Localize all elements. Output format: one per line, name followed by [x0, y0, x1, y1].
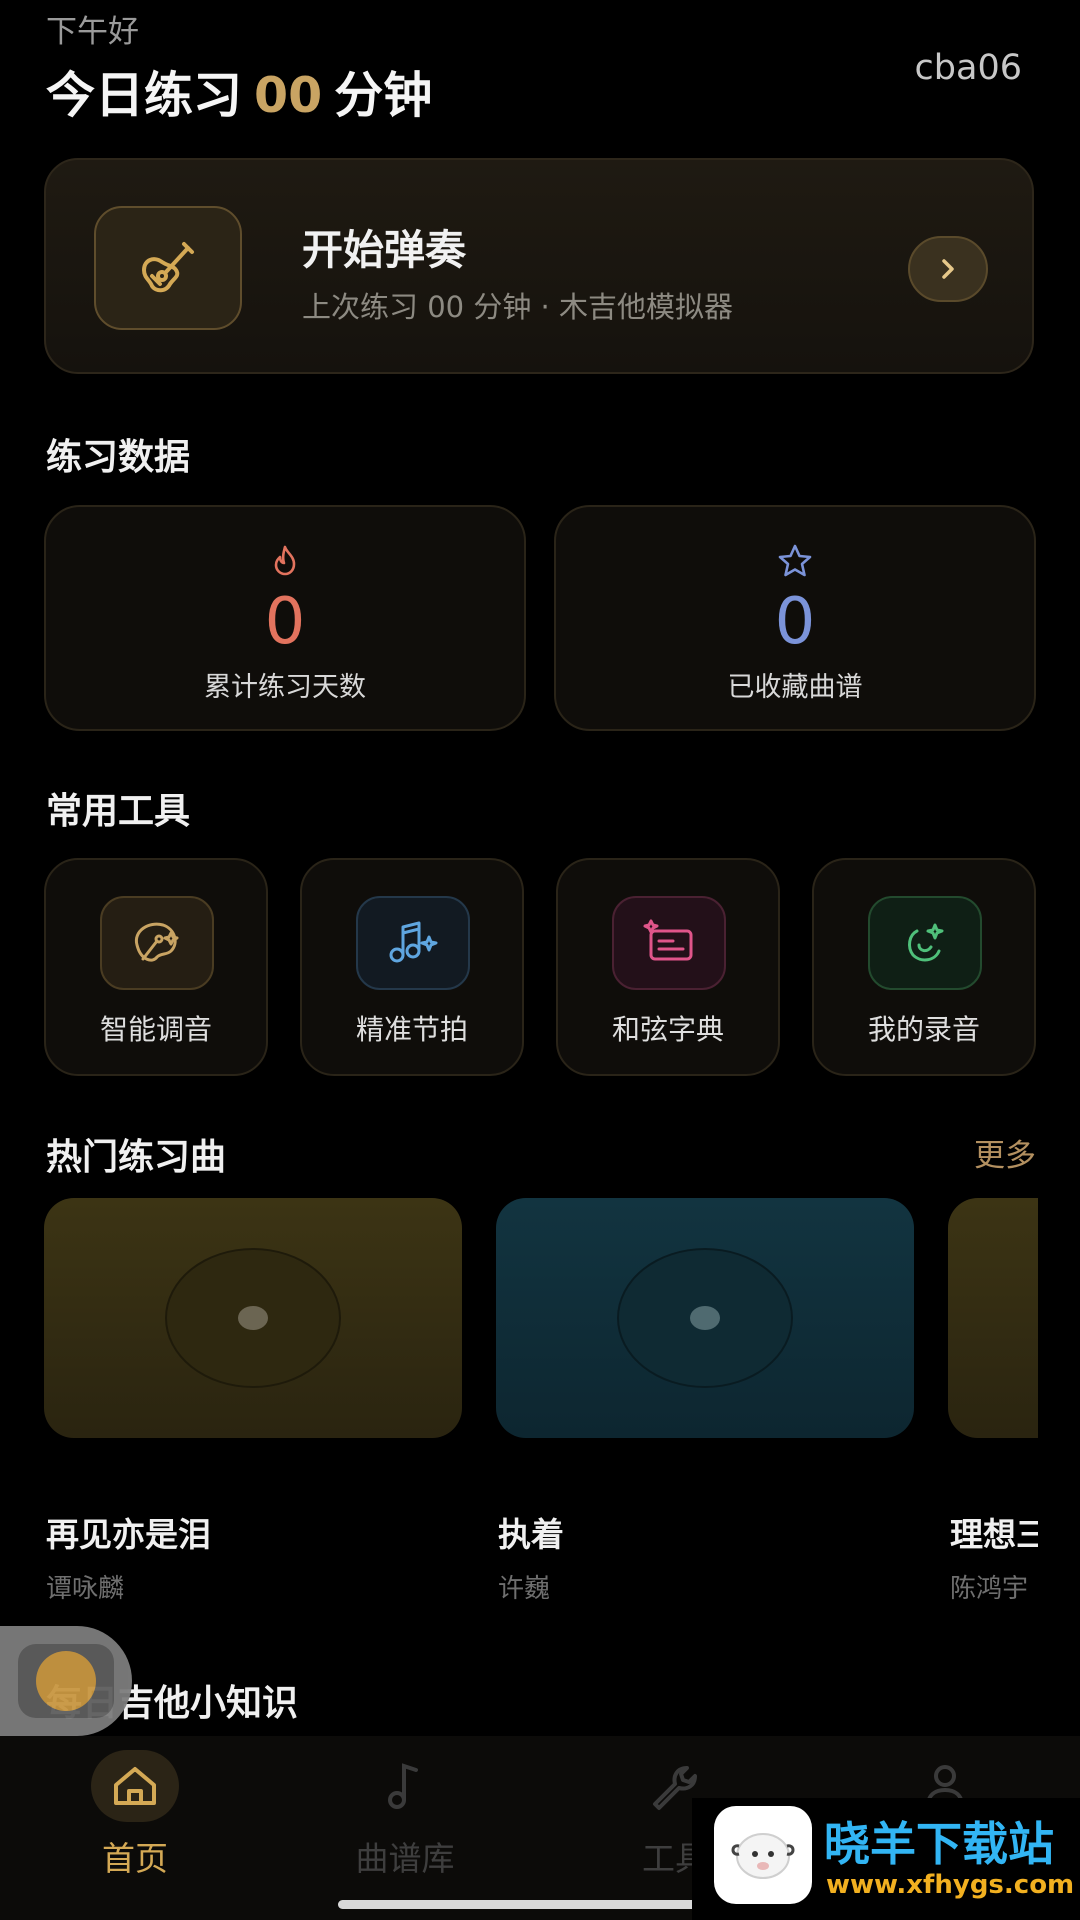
tuner-icon	[100, 896, 214, 990]
song-artist: 谭咏麟	[46, 1574, 125, 1604]
today-practice-unit: 分钟	[334, 67, 433, 124]
disc-icon	[165, 1248, 341, 1388]
last-practice-info: 上次练习 00 分钟 · 木吉他模拟器	[302, 290, 733, 324]
song-cover[interactable]	[948, 1198, 1038, 1438]
song-cover[interactable]	[44, 1198, 462, 1438]
song-title[interactable]: 再见亦是泪	[46, 1508, 211, 1556]
nav-home-label: 首页	[102, 1839, 168, 1878]
song-title: 理想三	[950, 1515, 1038, 1554]
tool-tuner[interactable]: 智能调音	[44, 858, 268, 1076]
song-artist: 陈鸿宇	[950, 1574, 1029, 1604]
recording-icon	[868, 896, 982, 990]
music-note-icon	[361, 1750, 449, 1822]
home-screen: 下午好 今日练习 00 分钟 cba06 开始弹奏 上次练习 00 分钟 · 木吉他…	[0, 0, 1080, 1920]
more-link[interactable]: 更多	[974, 1130, 1036, 1175]
tool-chord-dictionary[interactable]: 和弦字典	[556, 858, 780, 1076]
song-title[interactable]: 执着	[498, 1508, 564, 1556]
today-practice-minutes: 00	[254, 67, 323, 124]
watermark: 晓羊下载站 www.xfhygs.com	[692, 1798, 1080, 1920]
watermark-url: www.xfhygs.com	[826, 1870, 1075, 1900]
favorite-scores-value: 0	[774, 585, 816, 659]
star-icon	[776, 543, 814, 583]
favorite-scores-card[interactable]: 0 已收藏曲谱	[554, 505, 1036, 731]
home-icon	[91, 1750, 179, 1822]
assistant-icon	[36, 1651, 96, 1711]
today-practice-summary: 今日练习 00 分钟	[46, 56, 432, 127]
practice-days-label: 累计练习天数	[204, 672, 366, 703]
tool-recording[interactable]: 我的录音	[812, 858, 1036, 1076]
chevron-right-icon[interactable]	[908, 236, 988, 302]
today-practice-label: 今日练习	[46, 67, 243, 124]
favorite-scores-label: 已收藏曲谱	[727, 672, 863, 703]
username[interactable]: cba06	[915, 48, 1022, 88]
watermark-title: 晓羊下载站	[824, 1817, 1054, 1871]
tool-metronome[interactable]: 精准节拍	[300, 858, 524, 1076]
tool-tuner-label: 智能调音	[99, 1013, 212, 1046]
common-tools-title: 常用工具	[46, 791, 191, 832]
guitar-icon	[94, 206, 242, 330]
floating-assistant-button[interactable]	[0, 1626, 132, 1736]
start-playing-title: 开始弹奏	[302, 226, 466, 274]
song-item-partial[interactable]: 理想三 陈鸿宇	[950, 1500, 1038, 1610]
sheep-logo-icon	[714, 1806, 812, 1904]
tool-metronome-label: 精准节拍	[355, 1013, 468, 1046]
nav-home[interactable]: 首页	[0, 1736, 270, 1920]
greeting-text: 下午好	[46, 14, 139, 50]
chord-dictionary-icon	[612, 896, 726, 990]
home-indicator[interactable]	[338, 1900, 742, 1909]
nav-score-library-label: 曲谱库	[355, 1839, 455, 1878]
disc-icon	[617, 1248, 793, 1388]
start-playing-card[interactable]: 开始弹奏 上次练习 00 分钟 · 木吉他模拟器	[44, 158, 1034, 374]
tool-chord-dictionary-label: 和弦字典	[611, 1013, 724, 1046]
nav-score-library[interactable]: 曲谱库	[270, 1736, 540, 1920]
metronome-icon	[356, 896, 470, 990]
tool-recording-label: 我的录音	[867, 1013, 980, 1046]
song-cover[interactable]	[496, 1198, 914, 1438]
practice-data-title: 练习数据	[46, 437, 191, 478]
flame-icon	[268, 543, 302, 581]
song-artist: 许巍	[498, 1574, 551, 1604]
popular-songs-title: 热门练习曲	[46, 1137, 227, 1178]
practice-days-value: 0	[264, 585, 306, 659]
practice-days-card[interactable]: 0 累计练习天数	[44, 505, 526, 731]
